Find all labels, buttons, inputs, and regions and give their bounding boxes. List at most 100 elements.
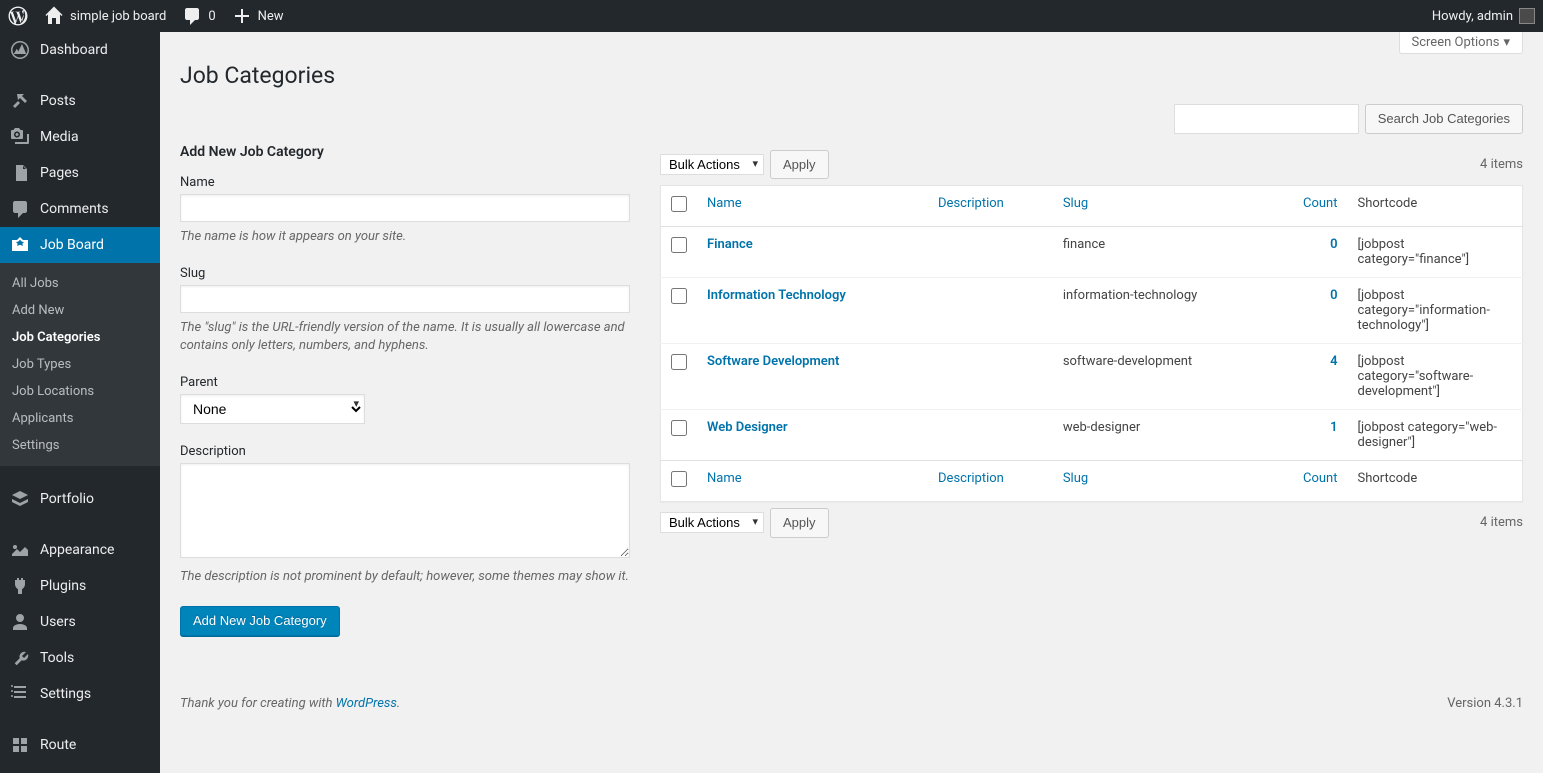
- row-count-link[interactable]: 0: [1330, 237, 1337, 252]
- sidebar-item-media[interactable]: Media: [0, 119, 160, 155]
- row-name-link[interactable]: Software Development: [707, 354, 839, 369]
- route-icon: [10, 735, 30, 755]
- account-link[interactable]: Howdy, admin: [1432, 8, 1535, 24]
- parent-select[interactable]: None: [180, 394, 365, 424]
- apply-button-bottom[interactable]: Apply: [770, 508, 829, 538]
- slug-input[interactable]: [180, 285, 630, 313]
- sidebar-submenu-jobboard: All Jobs Add New Job Categories Job Type…: [0, 263, 160, 466]
- select-all-bottom[interactable]: [671, 471, 687, 487]
- media-icon: [10, 127, 30, 147]
- row-name-link[interactable]: Web Designer: [707, 420, 788, 435]
- row-description: [928, 278, 1053, 344]
- sidebar-item-route[interactable]: Route: [0, 727, 160, 763]
- col-header-slug[interactable]: Slug: [1063, 196, 1088, 211]
- submit-button[interactable]: Add New Job Category: [180, 606, 340, 636]
- admin-footer: Thank you for creating with WordPress. V…: [180, 696, 1523, 711]
- submenu-item-addnew[interactable]: Add New: [0, 297, 160, 324]
- sidebar-item-users[interactable]: Users: [0, 604, 160, 640]
- sidebar-item-label: Plugins: [40, 578, 86, 594]
- col-header-name[interactable]: Name: [707, 196, 742, 211]
- row-slug: web-designer: [1053, 410, 1278, 461]
- row-checkbox[interactable]: [671, 288, 687, 304]
- sidebar-item-appearance[interactable]: Appearance: [0, 532, 160, 568]
- admin-toolbar: simple job board 0 New Howdy, admin: [0, 0, 1543, 32]
- site-link[interactable]: simple job board: [44, 6, 166, 26]
- bulk-actions-select-bottom[interactable]: Bulk Actions: [660, 512, 764, 533]
- pin-icon: [10, 91, 30, 111]
- col-footer-name[interactable]: Name: [707, 471, 742, 486]
- submenu-item-jobcategories[interactable]: Job Categories: [0, 324, 160, 351]
- apply-button-top[interactable]: Apply: [770, 150, 829, 180]
- portfolio-icon: [10, 489, 30, 509]
- row-name-link[interactable]: Information Technology: [707, 288, 846, 303]
- col-footer-description[interactable]: Description: [938, 471, 1004, 486]
- comments-count: 0: [208, 9, 215, 24]
- col-footer-slug[interactable]: Slug: [1063, 471, 1088, 486]
- sidebar-item-label: Dashboard: [40, 42, 108, 58]
- tools-icon: [10, 648, 30, 668]
- site-title: simple job board: [70, 9, 166, 24]
- select-all-top[interactable]: [671, 196, 687, 212]
- search-input[interactable]: [1174, 104, 1359, 134]
- row-checkbox[interactable]: [671, 354, 687, 370]
- home-icon: [44, 6, 64, 26]
- comment-icon: [182, 6, 202, 26]
- footer-wp-link[interactable]: WordPress: [336, 696, 397, 711]
- col-header-description[interactable]: Description: [938, 196, 1004, 211]
- sidebar-item-dashboard[interactable]: Dashboard: [0, 32, 160, 68]
- sidebar-item-label: Settings: [40, 686, 91, 702]
- sidebar-item-tools[interactable]: Tools: [0, 640, 160, 676]
- sidebar-item-jobboard[interactable]: Job Board: [0, 227, 160, 263]
- row-count-link[interactable]: 1: [1330, 420, 1337, 435]
- admin-sidebar: Dashboard Posts Media Pages Comments Job…: [0, 32, 160, 773]
- row-count-link[interactable]: 4: [1330, 354, 1337, 369]
- sidebar-item-settings[interactable]: Settings: [0, 676, 160, 712]
- sidebar-item-posts[interactable]: Posts: [0, 83, 160, 119]
- search-button[interactable]: Search Job Categories: [1365, 104, 1523, 134]
- submenu-item-settings[interactable]: Settings: [0, 432, 160, 459]
- row-name-link[interactable]: Finance: [707, 237, 753, 252]
- form-title: Add New Job Category: [180, 144, 630, 160]
- submenu-item-jobtypes[interactable]: Job Types: [0, 351, 160, 378]
- sidebar-item-label: Users: [40, 614, 76, 630]
- col-footer-count[interactable]: Count: [1303, 471, 1337, 486]
- sidebar-item-label: Comments: [40, 201, 109, 217]
- row-checkbox[interactable]: [671, 420, 687, 436]
- name-help: The name is how it appears on your site.: [180, 228, 630, 246]
- submenu-item-applicants[interactable]: Applicants: [0, 405, 160, 432]
- items-count-top: 4 items: [1480, 157, 1523, 172]
- sidebar-item-label: Tools: [40, 650, 74, 666]
- new-content-link[interactable]: New: [232, 6, 284, 26]
- description-label: Description: [180, 444, 630, 459]
- sidebar-item-comments[interactable]: Comments: [0, 191, 160, 227]
- howdy-text: Howdy, admin: [1432, 9, 1513, 24]
- jobboard-icon: [10, 235, 30, 255]
- sidebar-item-plugins[interactable]: Plugins: [0, 568, 160, 604]
- sidebar-item-portfolio[interactable]: Portfolio: [0, 481, 160, 517]
- users-icon: [10, 612, 30, 632]
- wp-logo[interactable]: [8, 6, 28, 26]
- screen-options-toggle[interactable]: Screen Options ▾: [1399, 32, 1524, 54]
- sidebar-item-label: Pages: [40, 165, 79, 181]
- table-row: Software Developmentsoftware-development…: [661, 344, 1523, 410]
- bulk-actions-select-top[interactable]: Bulk Actions: [660, 154, 764, 175]
- col-header-count[interactable]: Count: [1303, 196, 1337, 211]
- col-footer-shortcode: Shortcode: [1348, 461, 1523, 502]
- description-input[interactable]: [180, 463, 630, 558]
- sidebar-item-label: Route: [40, 737, 76, 753]
- submenu-item-joblocations[interactable]: Job Locations: [0, 378, 160, 405]
- page-icon: [10, 163, 30, 183]
- name-input[interactable]: [180, 194, 630, 222]
- row-checkbox[interactable]: [671, 237, 687, 253]
- settings-icon: [10, 684, 30, 704]
- sidebar-item-label: Job Board: [40, 237, 104, 253]
- row-count-link[interactable]: 0: [1330, 288, 1337, 303]
- comments-link[interactable]: 0: [182, 6, 215, 26]
- sidebar-item-label: Portfolio: [40, 491, 94, 507]
- submenu-item-alljobs[interactable]: All Jobs: [0, 270, 160, 297]
- table-row: Financefinance0[jobpost category="financ…: [661, 227, 1523, 278]
- table-row: Information Technologyinformation-techno…: [661, 278, 1523, 344]
- avatar: [1519, 8, 1535, 24]
- slug-label: Slug: [180, 266, 630, 281]
- sidebar-item-pages[interactable]: Pages: [0, 155, 160, 191]
